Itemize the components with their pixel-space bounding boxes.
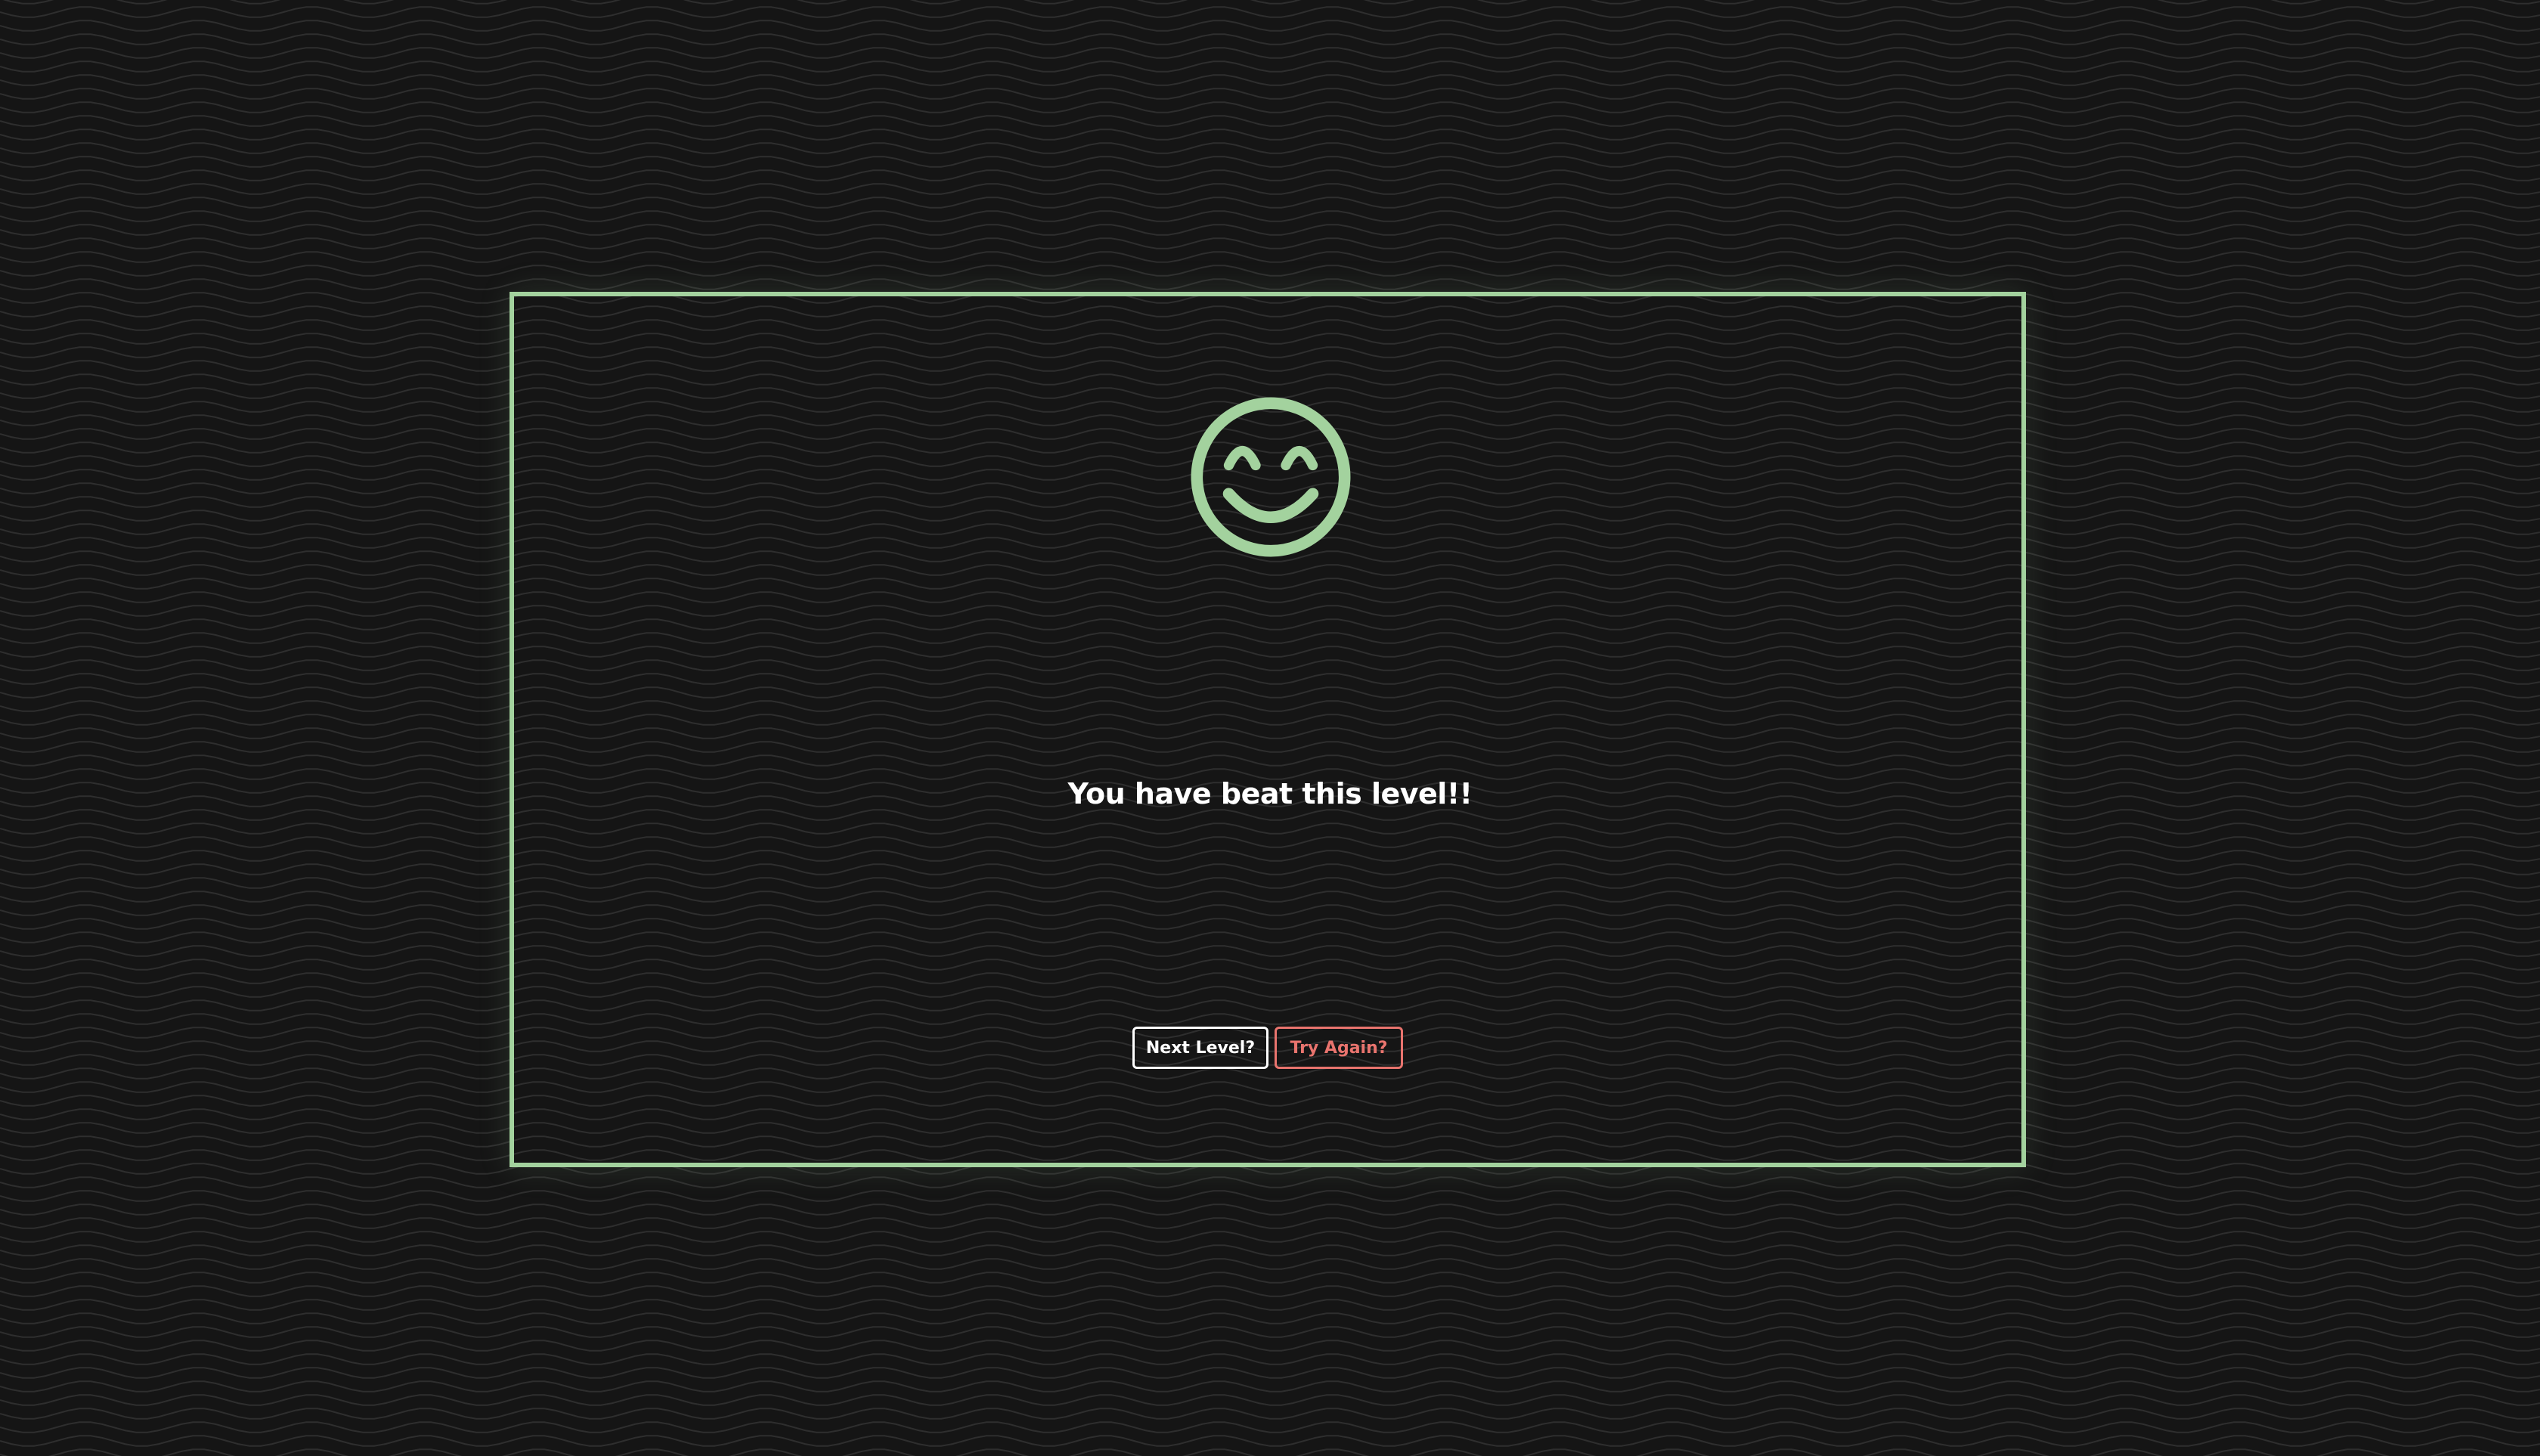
try-again-button[interactable]: Try Again? [1275,1027,1403,1069]
next-level-button[interactable]: Next Level? [1132,1027,1268,1069]
level-complete-message: You have beat this level!! [1067,777,1473,810]
smiling-face-icon [1191,397,1351,557]
game-screen: You have beat this level!! Next Level? T… [0,0,2540,1456]
